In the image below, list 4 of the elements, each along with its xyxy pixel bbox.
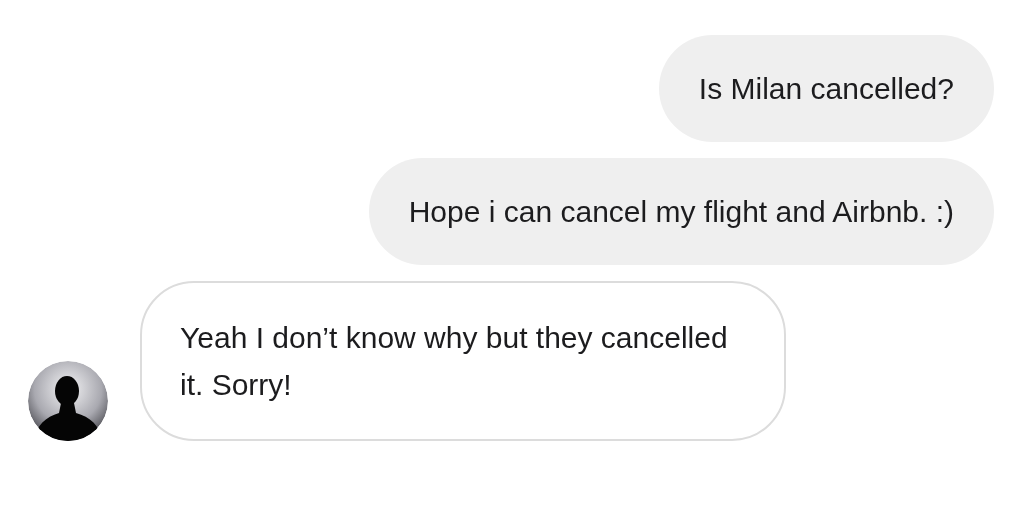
message-bubble: Hope i can cancel my flight and Airbnb. :) bbox=[368, 158, 994, 265]
message-bubble: Yeah I don’t know why but they cancelled it. Sorry! bbox=[140, 281, 786, 441]
avatar-icon bbox=[28, 361, 108, 441]
message-bubble: Is Milan cancelled? bbox=[658, 35, 994, 142]
